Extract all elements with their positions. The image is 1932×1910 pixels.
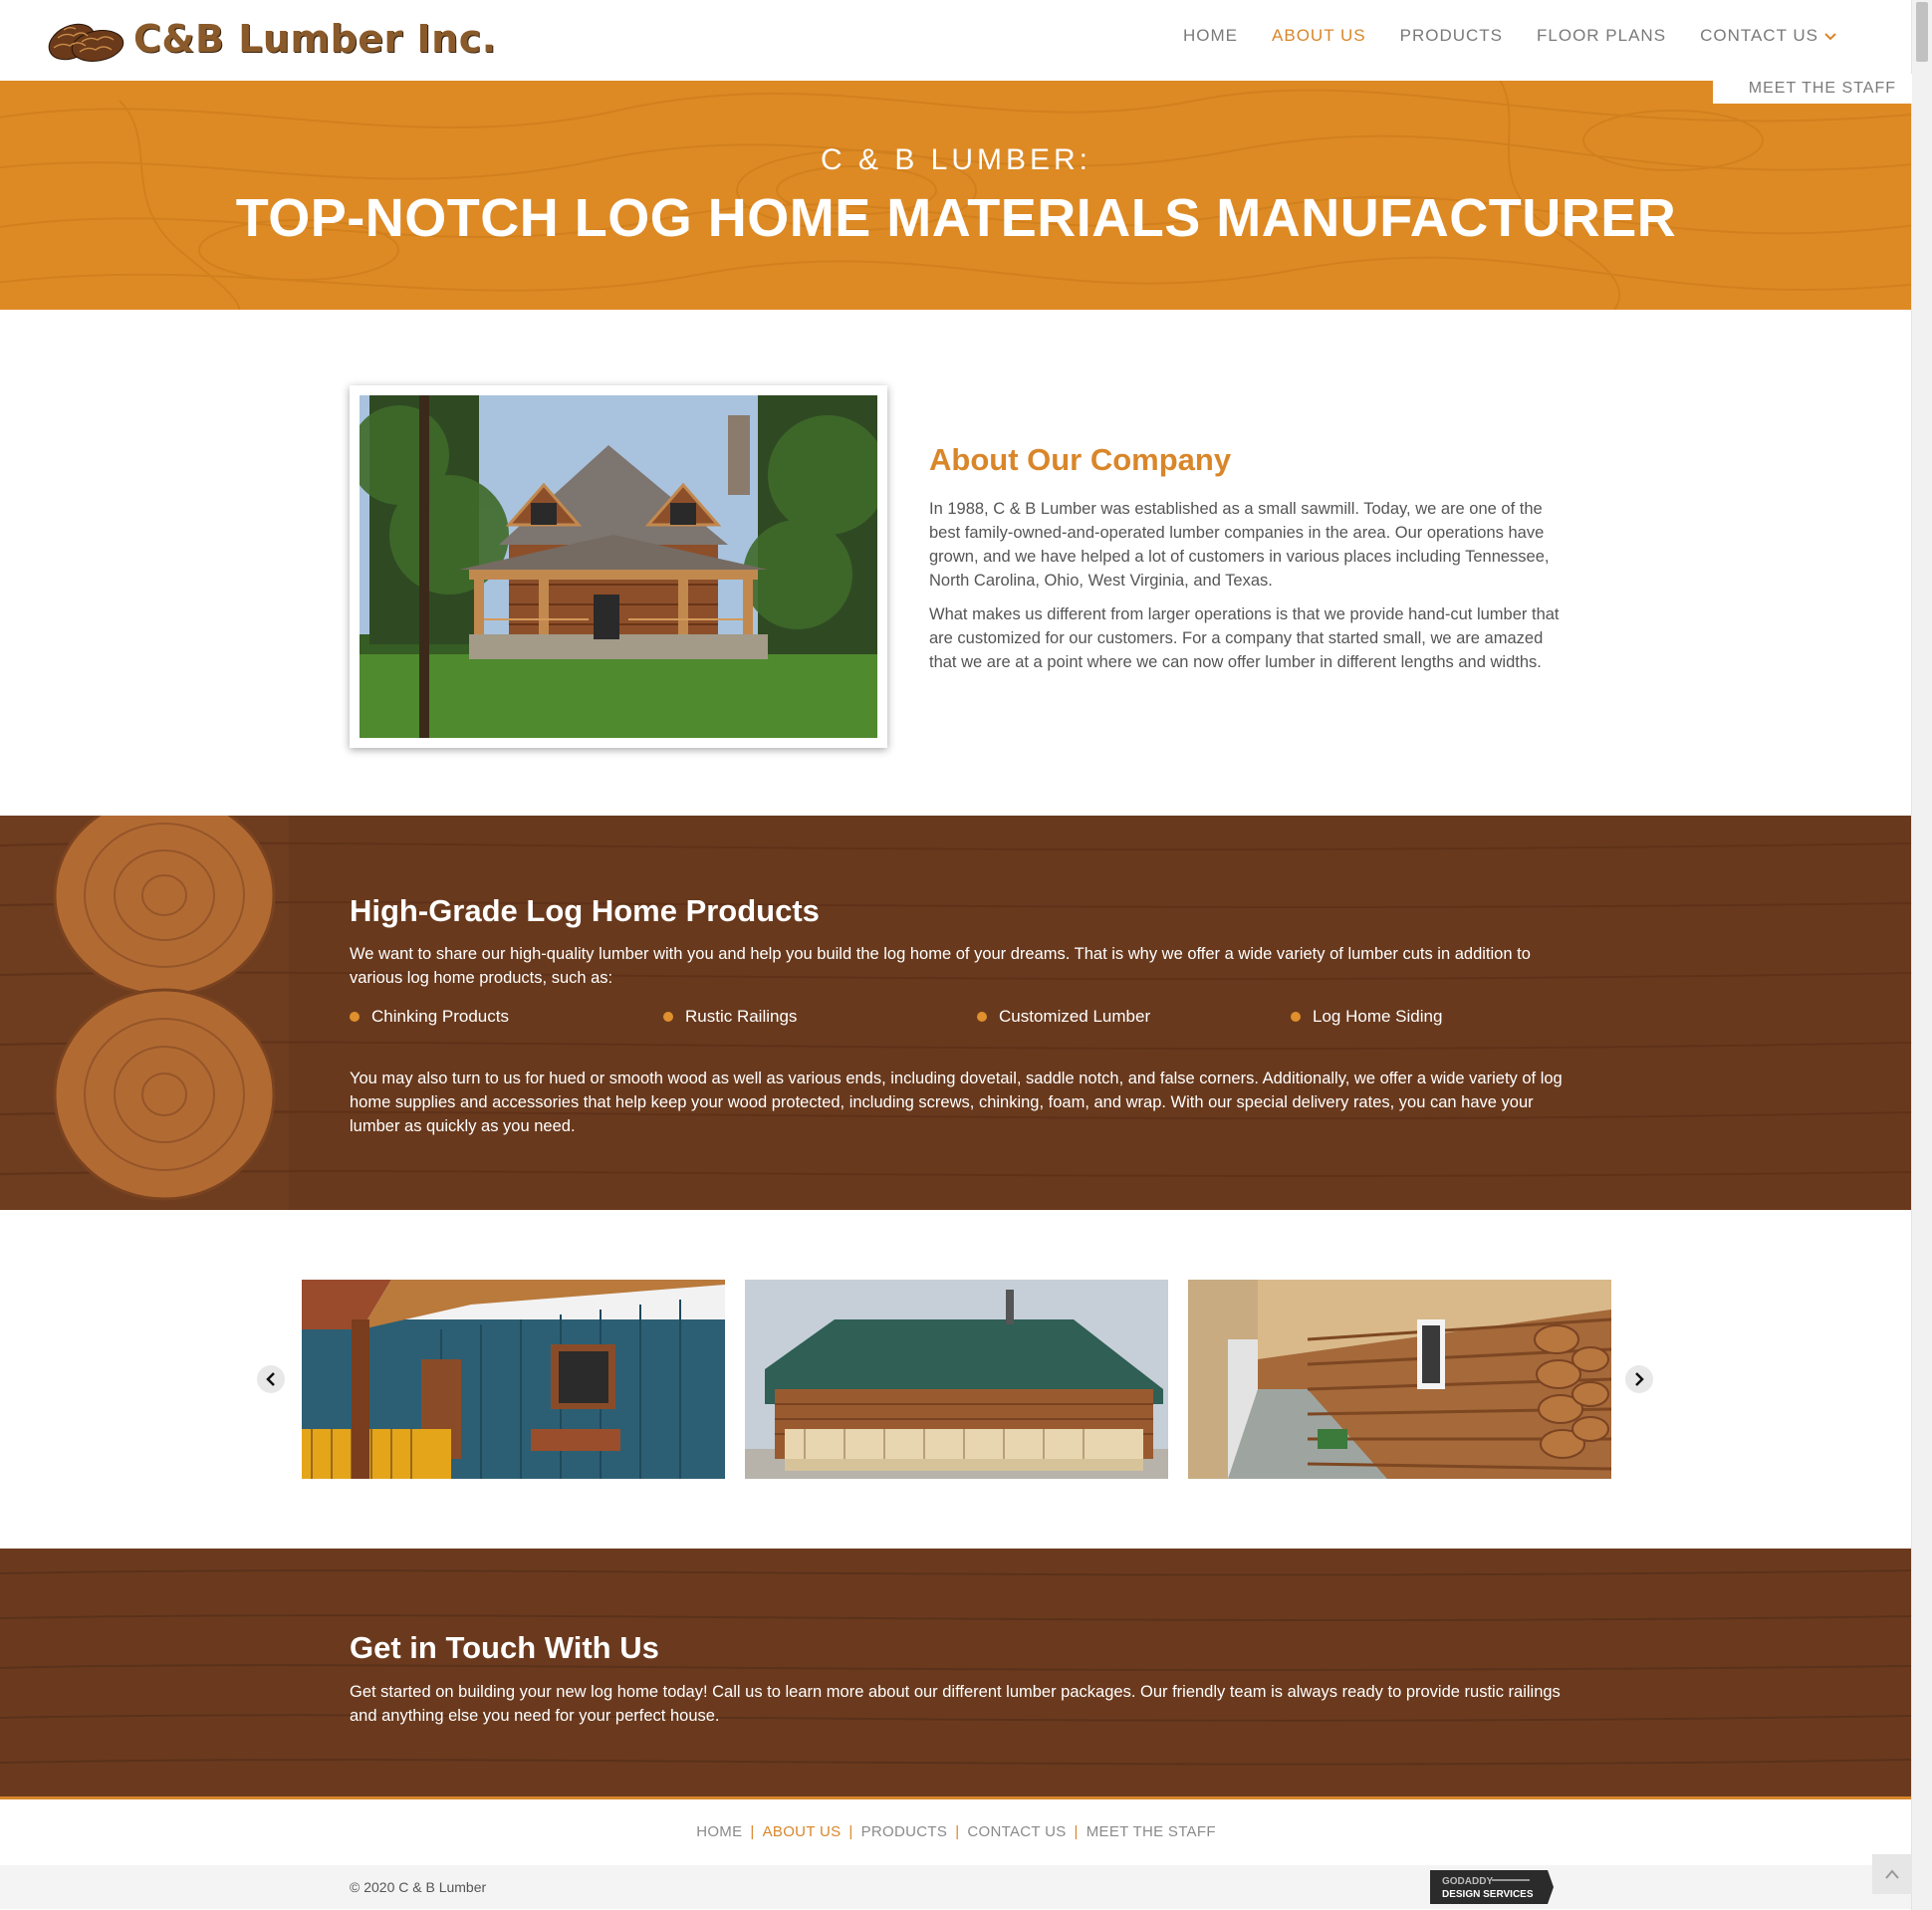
- separator: |: [955, 1823, 960, 1840]
- contact-text: Get started on building your new log hom…: [350, 1683, 1561, 1725]
- list-item: Customized Lumber: [977, 1007, 1291, 1027]
- footer-link-about-us[interactable]: ABOUT US: [763, 1823, 842, 1840]
- content: C&B Lumber Inc. HOME ABOUT US PRODUCTS F…: [0, 0, 1912, 1909]
- about-paragraph-2: What makes us different from larger oper…: [929, 605, 1560, 671]
- nav-home[interactable]: HOME: [1183, 26, 1238, 46]
- logo-text: C&B Lumber Inc.: [133, 17, 497, 61]
- scrollbar-thumb[interactable]: [1916, 2, 1928, 62]
- badge-line-1: GODADDY: [1442, 1876, 1493, 1887]
- hero-banner: C & B LUMBER: TOP-NOTCH LOG HOME MATERIA…: [0, 81, 1912, 310]
- separator: |: [1074, 1823, 1079, 1840]
- nav-contact-us[interactable]: CONTACT US: [1700, 26, 1836, 46]
- covered-porch-image: [1188, 1280, 1611, 1479]
- separator: |: [848, 1823, 853, 1840]
- nav-floor-plans[interactable]: FLOOR PLANS: [1537, 26, 1666, 46]
- carousel-slide[interactable]: [302, 1280, 725, 1479]
- products-heading: High-Grade Log Home Products: [350, 893, 820, 928]
- list-item: Log Home Siding: [1291, 1007, 1604, 1027]
- logo[interactable]: C&B Lumber Inc.: [42, 8, 497, 70]
- products-section: High-Grade Log Home Products We want to …: [0, 816, 1912, 1210]
- dot-icon: [1291, 1012, 1301, 1022]
- nav-contact-us-label: CONTACT US: [1700, 26, 1818, 45]
- site-header: C&B Lumber Inc. HOME ABOUT US PRODUCTS F…: [0, 0, 1912, 104]
- dot-icon: [350, 1012, 360, 1022]
- product-item-label: Log Home Siding: [1313, 1007, 1443, 1026]
- log-home-porch-image: [745, 1280, 1168, 1479]
- about-section: About Our Company In 1988, C & B Lumber …: [0, 310, 1912, 816]
- chevron-right-icon[interactable]: [1625, 1365, 1653, 1393]
- submenu-meet-the-staff[interactable]: MEET THE STAFF: [1713, 74, 1912, 104]
- separator: |: [750, 1823, 755, 1840]
- footer-link-contact-us[interactable]: CONTACT US: [967, 1823, 1066, 1840]
- list-item: Chinking Products: [350, 1007, 663, 1027]
- product-item-label: Chinking Products: [371, 1007, 509, 1026]
- footer-link-meet-the-staff[interactable]: MEET THE STAFF: [1087, 1823, 1216, 1840]
- photo-carousel: [0, 1210, 1912, 1549]
- hero-subtitle: C & B LUMBER:: [820, 143, 1092, 176]
- log-cabin-image: [360, 395, 877, 738]
- chevron-left-icon[interactable]: [257, 1365, 285, 1393]
- nav-about-us[interactable]: ABOUT US: [1272, 26, 1366, 46]
- about-heading: About Our Company: [929, 442, 1232, 477]
- copyright-text: © 2020 C & B Lumber: [350, 1879, 487, 1895]
- hero-title: TOP-NOTCH LOG HOME MATERIALS MANUFACTURE…: [235, 188, 1677, 248]
- page: C&B Lumber Inc. HOME ABOUT US PRODUCTS F…: [0, 0, 1932, 1910]
- list-item: Rustic Railings: [663, 1007, 977, 1027]
- products-list: Chinking Products Rustic Railings Custom…: [350, 1007, 1604, 1027]
- product-item-label: Rustic Railings: [685, 1007, 798, 1026]
- product-item-label: Customized Lumber: [999, 1007, 1151, 1026]
- log-cabin-photo: [350, 385, 887, 748]
- carousel-slide[interactable]: [1188, 1280, 1611, 1479]
- page-scrollbar[interactable]: [1911, 0, 1932, 1910]
- blue-house-image: [302, 1280, 725, 1479]
- godaddy-badge[interactable]: GODADDY DESIGN SERVICES: [1430, 1870, 1554, 1904]
- footer-link-products[interactable]: PRODUCTS: [861, 1823, 948, 1840]
- footer-nav: HOME | ABOUT US | PRODUCTS | CONTACT US | MEET T…: [0, 1799, 1912, 1865]
- footer-link-home[interactable]: HOME: [696, 1823, 742, 1840]
- contact-section: Get in Touch With Us Get started on buil…: [0, 1549, 1912, 1799]
- carousel-slide[interactable]: [745, 1280, 1168, 1479]
- badge-line-2: DESIGN SERVICES: [1442, 1889, 1534, 1900]
- arrow-up-icon[interactable]: [1872, 1854, 1912, 1894]
- products-more-text: You may also turn to us for hued or smoo…: [350, 1070, 1563, 1135]
- nav-products[interactable]: PRODUCTS: [1400, 26, 1503, 46]
- copyright-bar: © 2020 C & B Lumber GODADDY DESIGN SERVI…: [0, 1865, 1912, 1909]
- about-paragraph-1: In 1988, C & B Lumber was established as…: [929, 500, 1550, 590]
- contact-heading: Get in Touch With Us: [350, 1630, 659, 1665]
- dot-icon: [663, 1012, 673, 1022]
- main-nav: HOME ABOUT US PRODUCTS FLOOR PLANS CONTA…: [1183, 26, 1836, 46]
- wood-background: [0, 1549, 1912, 1799]
- contact-submenu: MEET THE STAFF: [1713, 74, 1912, 104]
- chevron-down-icon: [1824, 28, 1836, 44]
- pinecone-icon: [48, 23, 124, 62]
- products-intro: We want to share our high-quality lumber…: [350, 945, 1531, 987]
- dot-icon: [977, 1012, 987, 1022]
